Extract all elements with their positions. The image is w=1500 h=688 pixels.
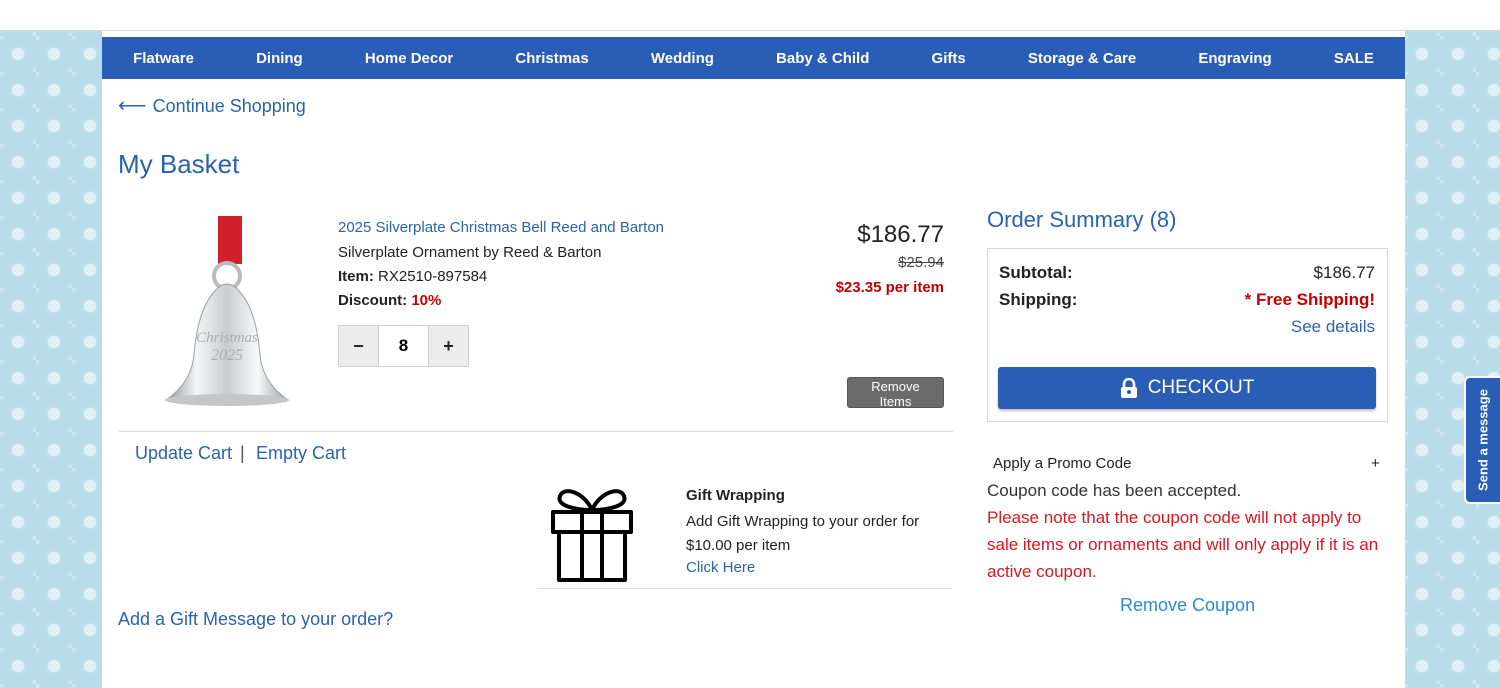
gift-box-icon xyxy=(551,489,633,582)
cart-actions-separator: | xyxy=(240,443,245,463)
coupon-accepted-message: Coupon code has been accepted. xyxy=(987,481,1242,500)
quantity-stepper: − + xyxy=(338,325,469,367)
continue-shopping-label: Continue Shopping xyxy=(152,96,306,116)
remove-items-button[interactable]: Remove Items xyxy=(847,377,944,409)
back-arrow-icon: ⟵ xyxy=(118,95,147,117)
increase-quantity-button[interactable]: + xyxy=(429,326,468,366)
subtotal-label: Subtotal: xyxy=(999,263,1073,282)
nav-item-home-decor[interactable]: Home Decor xyxy=(365,50,453,67)
nav-item-gifts[interactable]: Gifts xyxy=(932,50,966,67)
discount-label: Discount: xyxy=(338,292,408,309)
lock-icon xyxy=(1120,378,1137,398)
gift-message-link[interactable]: Add a Gift Message to your order? xyxy=(118,609,393,630)
coupon-warning-note: Please note that the coupon code will no… xyxy=(987,508,1379,581)
gift-wrapping-description: Add Gift Wrapping to your order for $10.… xyxy=(686,513,920,554)
expand-plus-icon[interactable]: + xyxy=(1371,455,1380,472)
shipping-label: Shipping: xyxy=(999,290,1078,309)
checkout-label: CHECKOUT xyxy=(1147,377,1255,398)
product-discount: Discount: 10% xyxy=(338,292,441,309)
per-item-price: $23.35 per item xyxy=(835,279,944,296)
item-code-label: Item: xyxy=(338,268,374,285)
gift-wrapping-link[interactable]: Click Here xyxy=(686,559,755,576)
shipping-value: * Free Shipping! xyxy=(1244,290,1375,309)
send-message-label: Send a message xyxy=(1475,389,1491,491)
checkout-button[interactable]: CHECKOUT xyxy=(998,367,1376,409)
product-item-code: Item: RX2510-897584 xyxy=(338,268,487,285)
empty-cart-link[interactable]: Empty Cart xyxy=(256,443,346,464)
subtotal-value: $186.77 xyxy=(1313,263,1375,282)
quantity-input[interactable] xyxy=(378,326,429,366)
line-total-price: $186.77 xyxy=(857,221,944,248)
order-summary-title: Order Summary (8) xyxy=(987,207,1177,232)
nav-item-christmas[interactable]: Christmas xyxy=(515,50,588,67)
top-white-bar xyxy=(0,0,1500,31)
divider xyxy=(538,588,952,589)
nav-item-wedding[interactable]: Wedding xyxy=(651,50,714,67)
see-details-link[interactable]: See details xyxy=(1291,317,1375,337)
gift-wrapping-title: Gift Wrapping xyxy=(686,487,785,504)
decrease-quantity-button[interactable]: − xyxy=(339,326,378,366)
main-nav: Flatware Dining Home Decor Christmas Wed… xyxy=(102,37,1405,79)
product-title-link[interactable]: 2025 Silverplate Christmas Bell Reed and… xyxy=(338,219,664,236)
nav-item-baby-child[interactable]: Baby & Child xyxy=(776,50,869,67)
page-title: My Basket xyxy=(118,149,240,179)
nav-item-storage-care[interactable]: Storage & Care xyxy=(1028,50,1136,67)
nav-item-flatware[interactable]: Flatware xyxy=(133,50,194,67)
bell-engraving-line1: Christmas xyxy=(196,330,258,346)
divider xyxy=(119,431,953,432)
nav-item-dining[interactable]: Dining xyxy=(256,50,303,67)
nav-item-engraving[interactable]: Engraving xyxy=(1198,50,1271,67)
remove-coupon-link[interactable]: Remove Coupon xyxy=(1120,595,1255,616)
continue-shopping-link[interactable]: ⟵ Continue Shopping xyxy=(118,93,306,118)
item-code-value: RX2510-897584 xyxy=(378,268,488,285)
product-subtitle: Silverplate Ornament by Reed & Barton xyxy=(338,244,602,261)
discount-value: 10% xyxy=(411,292,442,309)
silver-bell-ornament-image[interactable]: Christmas 2025 xyxy=(152,214,302,409)
send-message-tab[interactable]: Send a message xyxy=(1464,376,1500,504)
bell-engraving-line2: 2025 xyxy=(211,347,243,364)
nav-item-sale[interactable]: SALE xyxy=(1334,50,1374,67)
original-price: $25.94 xyxy=(898,254,944,271)
promo-code-toggle[interactable]: Apply a Promo Code xyxy=(993,455,1131,472)
update-cart-link[interactable]: Update Cart xyxy=(135,443,232,464)
